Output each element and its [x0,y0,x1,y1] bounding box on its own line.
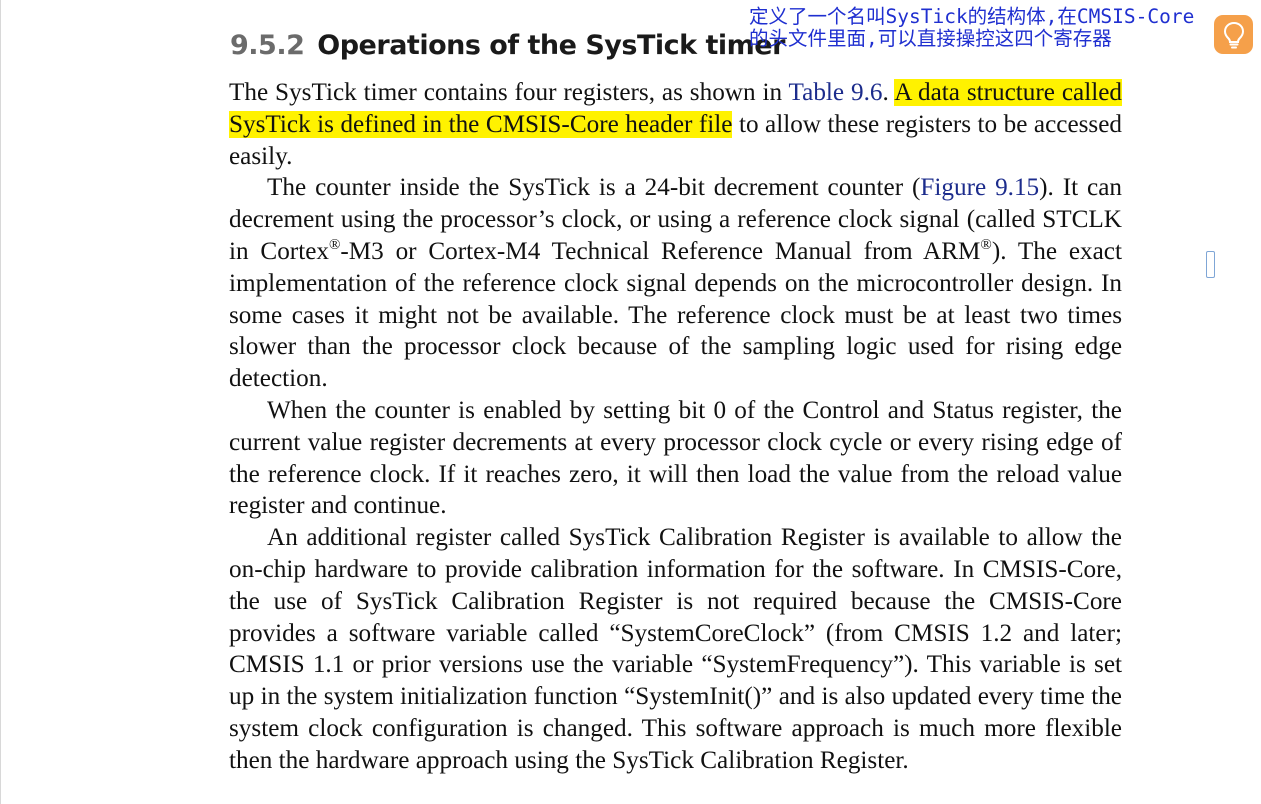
paragraph-2: The counter inside the SysTick is a 24-b… [229,172,1122,395]
annotation-marker-handle[interactable] [1206,251,1215,278]
paragraph-3: When the counter is enabled by setting b… [229,396,1122,520]
annotation-note-text[interactable]: 定义了一个名叫SysTick的结构体,在CMSIS-Core的头文件里面,可以直… [749,6,1201,50]
document-body: The SysTick timer contains four register… [229,77,1122,777]
text-run: . [882,79,895,106]
text-run: -M3 or Cortex-M4 Technical Reference Man… [340,237,981,265]
registered-mark: ® [980,236,992,253]
document-page: 9.5.2 Operations of the SysTick timer 定义… [0,0,1261,804]
section-heading: 9.5.2 Operations of the SysTick timer [230,30,785,61]
lightbulb-icon [1223,21,1244,48]
table-reference-link[interactable]: Table 9.6 [789,79,883,106]
figure-reference-link[interactable]: Figure 9.15 [920,174,1039,201]
text-run: The SysTick timer contains four register… [229,79,789,106]
registered-mark: ® [328,236,341,253]
text-run: The counter inside the SysTick is a 24-b… [267,174,921,202]
annotation-note-button[interactable] [1214,15,1253,54]
paragraph-1: The SysTick timer contains four register… [229,77,1122,172]
section-title: Operations of the SysTick timer [317,30,785,61]
section-number: 9.5.2 [230,30,305,61]
paragraph-4: An additional register called SysTick Ca… [229,524,1122,774]
